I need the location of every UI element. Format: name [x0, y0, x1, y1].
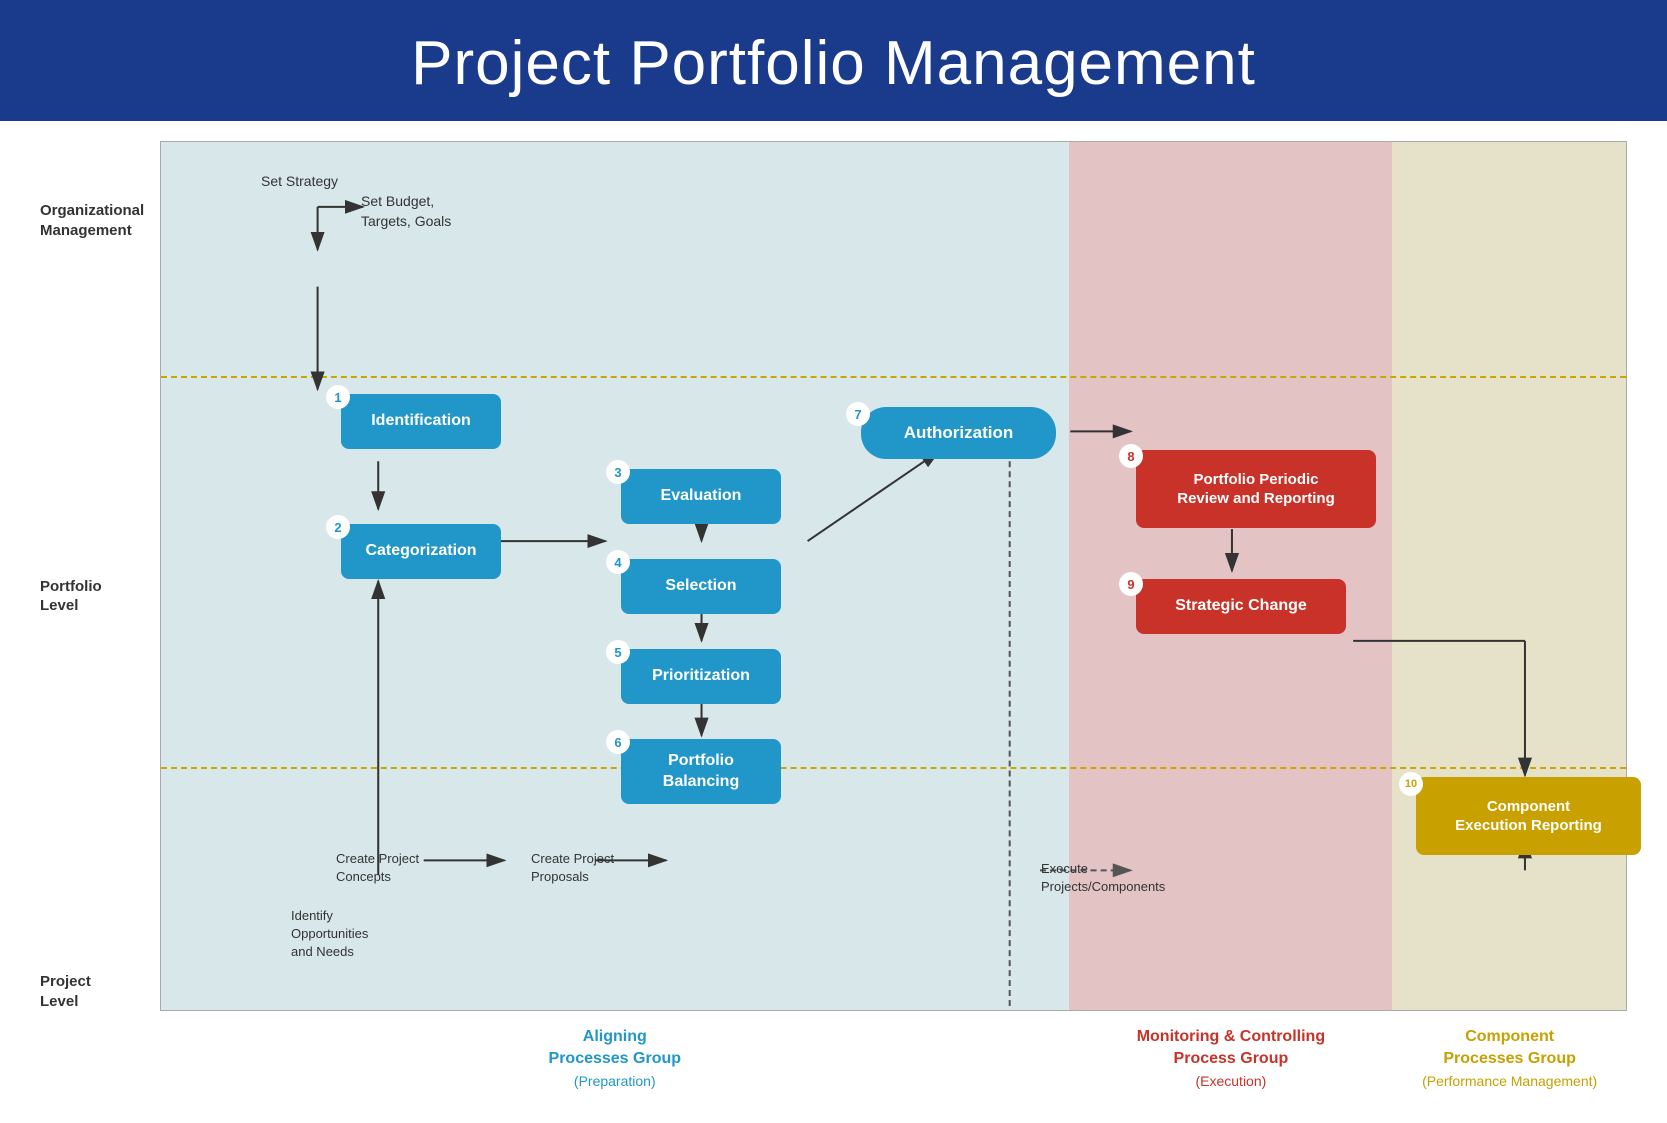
- aligning-footer-label: AligningProcesses Group(Preparation): [160, 1026, 1070, 1093]
- org-management-label: OrganizationalManagement: [40, 201, 160, 240]
- badge-4: 4: [606, 550, 630, 574]
- proc-portfolio-review: Portfolio PeriodicReview and Reporting: [1136, 450, 1376, 528]
- component-footer-label: ComponentProcesses Group(Performance Man…: [1392, 1026, 1627, 1093]
- proc-authorization: Authorization: [861, 407, 1056, 459]
- badge-3: 3: [606, 460, 630, 484]
- proc-prioritization: Prioritization: [621, 649, 781, 704]
- footer-labels: AligningProcesses Group(Preparation) Mon…: [40, 1026, 1627, 1093]
- project-level-label: ProjectLevel: [40, 972, 160, 1011]
- badge-1: 1: [326, 385, 350, 409]
- badge-5: 5: [606, 640, 630, 664]
- set-budget-label: Set Budget,Targets, Goals: [361, 192, 451, 231]
- badge-6: 6: [606, 730, 630, 754]
- aligning-bg: [161, 142, 1069, 1010]
- diagram: Set Strategy Set Budget,Targets, Goals 1…: [160, 141, 1627, 1011]
- create-concepts-label: Create ProjectConcepts: [336, 850, 419, 886]
- row-labels: OrganizationalManagement PortfolioLevel …: [40, 141, 160, 1011]
- badge-9: 9: [1119, 572, 1143, 596]
- proc-categorization: Categorization: [341, 524, 501, 579]
- diagram-area: OrganizationalManagement PortfolioLevel …: [40, 141, 1627, 1011]
- set-strategy-label: Set Strategy: [261, 172, 338, 192]
- monitoring-footer-label: Monitoring & ControllingProcess Group(Ex…: [1070, 1026, 1393, 1093]
- badge-7: 7: [846, 402, 870, 426]
- header: Project Portfolio Management: [0, 0, 1667, 121]
- create-proposals-label: Create ProjectProposals: [531, 850, 614, 886]
- page-title: Project Portfolio Management: [0, 28, 1667, 99]
- proc-evaluation: Evaluation: [621, 469, 781, 524]
- identify-label: IdentifyOpportunitiesand Needs: [291, 907, 368, 962]
- portfolio-level-label: PortfolioLevel: [40, 577, 160, 616]
- main-content: OrganizationalManagement PortfolioLevel …: [0, 121, 1667, 1123]
- badge-2: 2: [326, 515, 350, 539]
- execute-label: ExecuteProjects/Components: [1041, 860, 1165, 896]
- badge-10: 10: [1399, 772, 1423, 796]
- component-bg: [1392, 142, 1626, 1010]
- badge-8: 8: [1119, 444, 1143, 468]
- dashed-line-1: [161, 376, 1626, 378]
- proc-strategic-change: Strategic Change: [1136, 579, 1346, 634]
- dashed-line-2: [161, 767, 1626, 769]
- proc-portfolio-balancing: PortfolioBalancing: [621, 739, 781, 804]
- proc-component-execution: ComponentExecution Reporting: [1416, 777, 1641, 855]
- proc-identification: Identification: [341, 394, 501, 449]
- page: Project Portfolio Management Organizatio…: [0, 0, 1667, 1123]
- proc-selection: Selection: [621, 559, 781, 614]
